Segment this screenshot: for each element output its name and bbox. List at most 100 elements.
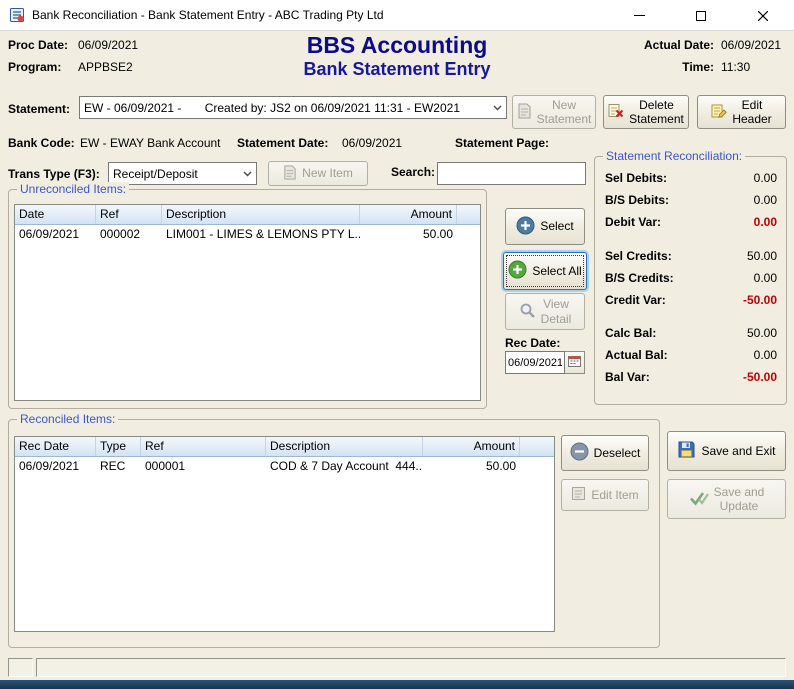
column-header-type[interactable]: Type <box>96 437 141 456</box>
program-label: Program: <box>8 60 61 74</box>
column-header-rec-date[interactable]: Rec Date <box>15 437 96 456</box>
save-and-exit-label: Save and Exit <box>701 444 775 458</box>
new-item-icon <box>283 165 297 183</box>
statement-combo-value: EW - 06/09/2021 - Created by: JS2 on 06/… <box>80 101 489 115</box>
view-detail-label: View Detail <box>541 297 572 326</box>
recon-row-bal-var: Bal Var: -50.00 <box>605 370 777 384</box>
trans-type-label: Trans Type (F3): <box>8 167 100 181</box>
recon-label: Debit Var: <box>605 215 661 229</box>
app-title: BBS Accounting <box>250 32 544 59</box>
rec-date-input[interactable] <box>505 351 565 374</box>
statement-date-label: Statement Date: <box>237 136 328 150</box>
column-header-date[interactable]: Date <box>15 205 96 224</box>
view-detail-button[interactable]: View Detail <box>505 293 585 330</box>
cell-type: REC <box>96 457 141 477</box>
select-all-label: Select All <box>532 264 581 278</box>
column-header-ref[interactable]: Ref <box>141 437 266 456</box>
double-check-icon <box>689 490 709 509</box>
time-label: Time: <box>598 60 714 74</box>
column-header-filler <box>520 437 554 456</box>
cell-ref: 000001 <box>141 457 266 477</box>
recon-value: 50.00 <box>747 249 777 263</box>
column-header-filler <box>457 205 480 224</box>
select-button[interactable]: Select <box>505 208 585 245</box>
save-icon <box>677 440 696 462</box>
new-item-label: New Item <box>302 166 353 180</box>
minimize-button[interactable] <box>608 0 670 31</box>
column-header-ref[interactable]: Ref <box>96 205 162 224</box>
unreconciled-table-header: Date Ref Description Amount <box>15 205 480 225</box>
new-statement-button[interactable]: New Statement <box>512 95 596 129</box>
reconciled-table-header: Rec Date Type Ref Description Amount <box>15 437 554 457</box>
recon-value: 0.00 <box>754 193 777 207</box>
cell-description: LIM001 - LIMES & LEMONS PTY L... <box>162 225 360 245</box>
recon-value: 0.00 <box>754 215 777 229</box>
recon-label: Credit Var: <box>605 293 666 307</box>
trans-type-combo[interactable]: Receipt/Deposit <box>108 162 257 185</box>
recon-value: 50.00 <box>747 326 777 340</box>
edit-header-button[interactable]: Edit Header <box>697 95 786 129</box>
status-bar-grip <box>8 658 33 677</box>
recon-label: Sel Credits: <box>605 249 672 263</box>
reconciled-table: Rec Date Type Ref Description Amount 06/… <box>14 436 555 632</box>
select-icon <box>516 216 535 238</box>
statement-reconciliation-group: Statement Reconciliation: Sel Debits: 0.… <box>594 156 787 405</box>
cell-rec-date: 06/09/2021 <box>15 457 96 477</box>
proc-date-value: 06/09/2021 <box>78 38 138 52</box>
app-icon <box>9 7 25 23</box>
statement-page-label: Statement Page: <box>455 136 549 150</box>
recon-label: B/S Debits: <box>605 193 669 207</box>
column-header-amount[interactable]: Amount <box>360 205 457 224</box>
statement-label: Statement: <box>8 102 70 116</box>
edit-header-icon <box>711 103 727 122</box>
recon-value: -50.00 <box>743 370 777 384</box>
recon-label: Sel Debits: <box>605 171 667 185</box>
reconciled-items-title: Reconciled Items: <box>17 412 118 426</box>
close-button[interactable] <box>732 0 794 31</box>
new-item-button[interactable]: New Item <box>268 161 368 186</box>
table-row[interactable]: 06/09/2021 000002 LIM001 - LIMES & LEMON… <box>15 225 480 245</box>
delete-statement-label: Delete Statement <box>629 98 684 127</box>
calendar-button[interactable] <box>565 351 585 374</box>
deselect-label: Deselect <box>594 446 641 460</box>
bank-code-value: EW - EWAY Bank Account <box>80 136 221 150</box>
delete-statement-button[interactable]: Delete Statement <box>603 95 689 129</box>
rec-date-label: Rec Date: <box>505 336 560 350</box>
cell-amount: 50.00 <box>360 225 457 245</box>
search-input[interactable] <box>437 162 586 185</box>
column-header-amount[interactable]: Amount <box>423 437 520 456</box>
save-and-update-label: Save and Update <box>714 485 765 514</box>
edit-item-button[interactable]: Edit Item <box>561 479 649 511</box>
deselect-button[interactable]: Deselect <box>561 435 649 471</box>
recon-label: Bal Var: <box>605 370 650 384</box>
table-row[interactable]: 06/09/2021 REC 000001 COD & 7 Day Accoun… <box>15 457 554 477</box>
save-and-update-button[interactable]: Save and Update <box>667 479 786 519</box>
statement-combo[interactable]: EW - 06/09/2021 - Created by: JS2 on 06/… <box>79 96 507 119</box>
chevron-down-icon[interactable] <box>489 97 506 118</box>
recon-row-calc-bal: Calc Bal: 50.00 <box>605 326 777 340</box>
column-header-description[interactable]: Description <box>162 205 360 224</box>
window-title: Bank Reconciliation - Bank Statement Ent… <box>32 0 384 31</box>
column-header-description[interactable]: Description <box>266 437 423 456</box>
recon-row-debit-var: Debit Var: 0.00 <box>605 215 777 229</box>
window-controls <box>608 0 794 31</box>
maximize-button[interactable] <box>670 0 732 31</box>
search-label: Search: <box>391 165 435 179</box>
recon-row-credit-var: Credit Var: -50.00 <box>605 293 777 307</box>
app-window: Bank Reconciliation - Bank Statement Ent… <box>0 0 794 689</box>
recon-label: B/S Credits: <box>605 271 674 285</box>
select-all-button[interactable]: Select All <box>503 252 587 290</box>
chevron-down-icon[interactable] <box>239 163 256 184</box>
actual-date-value: 06/09/2021 <box>721 38 781 52</box>
recon-row-sel-credits: Sel Credits: 50.00 <box>605 249 777 263</box>
recon-label: Calc Bal: <box>605 326 656 340</box>
cell-filler <box>457 225 480 245</box>
recon-value: -50.00 <box>743 293 777 307</box>
trans-type-value: Receipt/Deposit <box>109 167 239 181</box>
edit-item-icon <box>571 486 586 504</box>
save-and-exit-button[interactable]: Save and Exit <box>667 431 786 471</box>
delete-statement-icon <box>608 103 624 122</box>
recon-row-sel-debits: Sel Debits: 0.00 <box>605 171 777 185</box>
proc-date-label: Proc Date: <box>8 38 68 52</box>
calendar-icon <box>568 354 581 372</box>
